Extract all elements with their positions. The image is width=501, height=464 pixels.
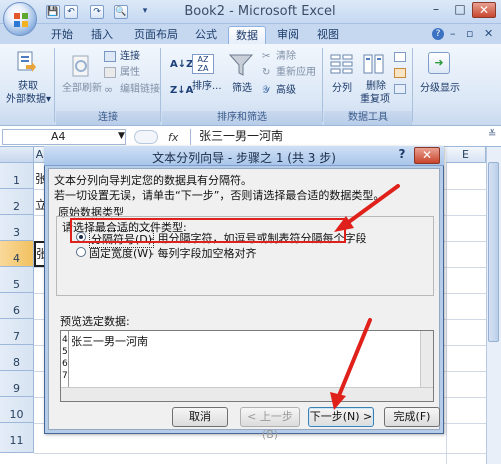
annotation-arrow-1 <box>344 184 400 226</box>
annotation-arrow-2 <box>336 318 372 400</box>
office-button[interactable] <box>3 2 37 36</box>
annotation-arrows <box>330 184 400 410</box>
office-logo-icon <box>14 13 28 27</box>
annotation-arrow-2-head <box>330 392 346 410</box>
